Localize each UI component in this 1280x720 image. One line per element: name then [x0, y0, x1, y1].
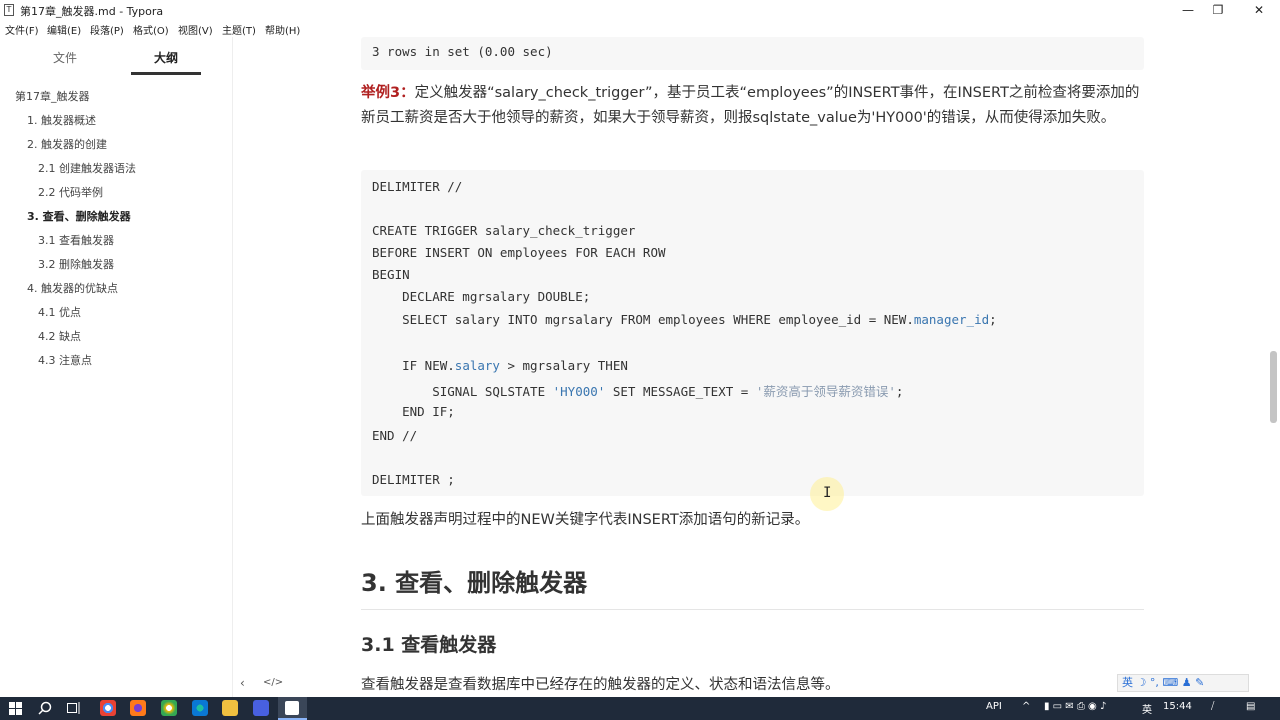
chrome-icon[interactable]	[100, 700, 116, 716]
editor-area[interactable]: 3 rows in set (0.00 sec) 举例3：定义触发器“salar…	[234, 37, 1268, 697]
toc-item-creation[interactable]: 2. 触发器的创建	[27, 136, 107, 152]
toc-item-notes[interactable]: 4.3 注意点	[38, 352, 92, 368]
sidebar-tabs: 文件 大纲	[0, 47, 233, 77]
chevron-up-icon[interactable]: ^	[1022, 701, 1030, 712]
menu-help[interactable]: 帮助(H)	[265, 22, 300, 37]
code-token-property: manager_id	[913, 312, 990, 327]
typora-icon: T	[4, 4, 14, 16]
toc-item-overview[interactable]: 1. 触发器概述	[27, 112, 96, 128]
code-line: END //	[372, 428, 418, 443]
edge-icon[interactable]	[192, 700, 208, 716]
code-line: CREATE TRIGGER salary_check_trigger	[372, 223, 636, 238]
code-token: ;	[895, 384, 904, 399]
code-token: > mgrsalary THEN	[499, 358, 628, 373]
heading-view-triggers: 3.1 查看触发器	[361, 634, 497, 656]
code-token: IF NEW.	[372, 358, 455, 373]
search-icon[interactable]	[38, 701, 52, 715]
code-line: 3 rows in set (0.00 sec)	[372, 44, 553, 59]
typora-taskbar-button[interactable]	[278, 697, 307, 720]
windows-start-icon[interactable]	[9, 702, 22, 715]
notification-icon[interactable]: ▤	[1246, 701, 1255, 712]
code-token-string: '薪资高于领导薪资错误'	[755, 384, 896, 399]
code-block-result[interactable]: 3 rows in set (0.00 sec)	[361, 37, 1144, 70]
example-paragraph: 举例3：定义触发器“salary_check_trigger”，基于员工表“em…	[361, 81, 1144, 131]
menu-format[interactable]: 格式(O)	[133, 22, 169, 37]
toc-item-delete[interactable]: 3.2 删除触发器	[38, 256, 114, 272]
example-label: 举例3：	[361, 85, 415, 101]
maximize-button[interactable]: ❐	[1198, 0, 1238, 20]
tab-outline[interactable]: 大纲	[131, 47, 201, 75]
toc-item-view[interactable]: 3.1 查看触发器	[38, 232, 114, 248]
toc-item-chapter[interactable]: 第17章_触发器	[15, 88, 90, 104]
title-bar: T 第17章_触发器.md - Typora — ❐ ✕	[0, 0, 1280, 20]
menu-file[interactable]: 文件(F)	[5, 22, 39, 37]
code-token-string: 'HY000'	[552, 384, 606, 399]
desktop-divider: ⧸	[1211, 701, 1215, 712]
scrollbar-thumb[interactable]	[1270, 351, 1277, 423]
firefox-icon[interactable]	[130, 700, 146, 716]
code-token-property: salary	[454, 358, 500, 373]
tab-files[interactable]: 文件	[30, 47, 100, 75]
menu-edit[interactable]: 编辑(E)	[47, 22, 81, 37]
code-line: END IF;	[372, 404, 455, 419]
bottom-paragraph: 查看触发器是查看数据库中已经存在的触发器的定义、状态和语法信息等。	[361, 677, 840, 693]
toc-item-cons[interactable]: 4.2 缺点	[38, 328, 81, 344]
toc-item-view-delete[interactable]: 3. 查看、删除触发器	[27, 208, 131, 224]
tray-icons[interactable]: ▮ ▭ ✉ ⎙ ◉ ♪	[1044, 701, 1106, 712]
api-label[interactable]: API	[986, 701, 1002, 712]
code-line: BEFORE INSERT ON employees FOR EACH ROW	[372, 245, 666, 260]
ide-icon[interactable]	[253, 700, 269, 716]
file-explorer-icon[interactable]	[222, 700, 238, 716]
menu-theme[interactable]: 主题(T)	[222, 22, 256, 37]
ime-toolbar[interactable]: 英 ☽ °, ⌨ ♟ ✎	[1117, 674, 1249, 692]
sidebar: 文件 大纲 第17章_触发器 1. 触发器概述 2. 触发器的创建 2.1 创建…	[0, 37, 233, 697]
text-cursor-icon: I	[823, 485, 832, 501]
window-title: 第17章_触发器.md - Typora	[20, 5, 164, 18]
code-token: SIGNAL SQLSTATE	[372, 384, 553, 399]
menu-bar: 文件(F) 编辑(E) 段落(P) 格式(O) 视图(V) 主题(T) 帮助(H…	[0, 20, 1280, 37]
code-line: IF NEW.salary > mgrsalary THEN	[372, 358, 628, 373]
code-line: SELECT salary INTO mgrsalary FROM employ…	[372, 312, 997, 327]
toc-item-examples[interactable]: 2.2 代码举例	[38, 184, 103, 200]
typora-icon	[285, 701, 299, 715]
code-block-trigger[interactable]: DELIMITER // CREATE TRIGGER salary_check…	[361, 170, 1144, 496]
menu-view[interactable]: 视图(V)	[178, 22, 213, 37]
menu-paragraph[interactable]: 段落(P)	[90, 22, 124, 37]
taskbar: API ^ ▮ ▭ ✉ ⎙ ◉ ♪ 英 15:44 ⧸ ▤	[0, 697, 1280, 720]
task-view-icon[interactable]	[67, 702, 82, 714]
heading-view-delete: 3. 查看、删除触发器	[361, 569, 588, 597]
chrome-alt-icon[interactable]	[161, 700, 177, 716]
code-token: SELECT salary INTO mgrsalary FROM employ…	[372, 312, 914, 327]
heading-divider	[361, 609, 1144, 610]
language-indicator[interactable]: 英	[1142, 701, 1152, 716]
code-line: DELIMITER ;	[372, 472, 455, 487]
example-text: 定义触发器“salary_check_trigger”，基于员工表“employ…	[361, 85, 1140, 126]
code-token: ;	[989, 312, 997, 327]
code-line: DECLARE mgrsalary DOUBLE;	[372, 289, 591, 304]
code-line: DELIMITER //	[372, 179, 463, 194]
close-button[interactable]: ✕	[1239, 0, 1279, 20]
toc-item-pros-cons[interactable]: 4. 触发器的优缺点	[27, 280, 118, 296]
taskbar-clock[interactable]: 15:44	[1163, 701, 1192, 712]
toc-item-syntax[interactable]: 2.1 创建触发器语法	[38, 160, 136, 176]
note-paragraph: 上面触发器声明过程中的NEW关键字代表INSERT添加语句的新记录。	[361, 512, 810, 528]
code-line: SIGNAL SQLSTATE 'HY000' SET MESSAGE_TEXT…	[372, 381, 903, 400]
code-token: SET MESSAGE_TEXT =	[605, 384, 756, 399]
code-line: BEGIN	[372, 267, 410, 282]
toc-item-pros[interactable]: 4.1 优点	[38, 304, 81, 320]
